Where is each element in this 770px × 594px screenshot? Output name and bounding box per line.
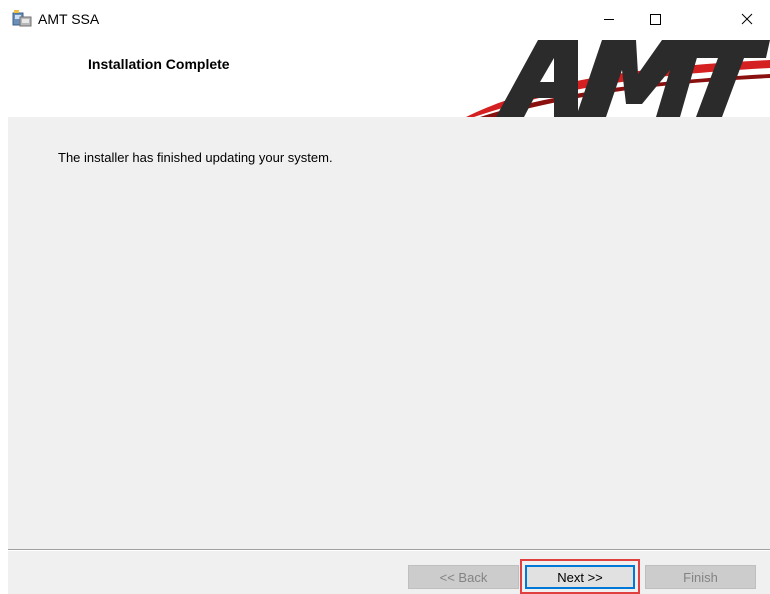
page-title: Installation Complete	[88, 56, 230, 72]
header-banner: Installation Complete	[0, 38, 770, 117]
minimize-button[interactable]	[586, 0, 632, 38]
finish-button[interactable]: Finish	[645, 565, 756, 589]
maximize-button[interactable]	[632, 0, 678, 38]
close-button[interactable]	[724, 0, 770, 38]
title-bar[interactable]: AMT SSA	[0, 0, 770, 38]
back-button[interactable]: << Back	[408, 565, 519, 589]
close-icon	[741, 13, 753, 25]
window-title: AMT SSA	[38, 11, 100, 27]
next-button[interactable]: Next >>	[525, 565, 635, 589]
status-message: The installer has finished updating your…	[58, 150, 333, 165]
maximize-icon	[650, 14, 661, 25]
content-panel	[8, 117, 770, 549]
minimize-icon	[604, 19, 614, 20]
installer-icon	[12, 10, 32, 27]
installer-window: AMT SSA Installation Complete The instal…	[0, 0, 770, 594]
amt-logo	[466, 40, 770, 117]
